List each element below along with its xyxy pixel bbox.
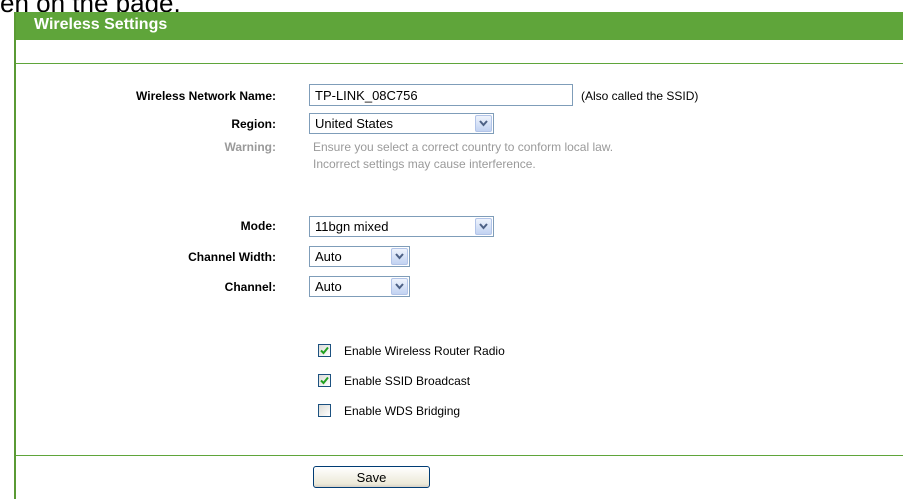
warning-line-1: Ensure you select a correct country to c… <box>313 140 614 154</box>
ssid-label: Wireless Network Name: <box>136 89 276 103</box>
warning-label: Warning: <box>224 140 276 154</box>
enable-wds-bridging-checkbox[interactable] <box>318 404 331 417</box>
region-select[interactable]: United States <box>309 113 494 134</box>
enable-radio-label: Enable Wireless Router Radio <box>344 344 505 358</box>
section-title-bar: Wireless Settings <box>16 12 903 40</box>
enable-ssid-broadcast-label: Enable SSID Broadcast <box>344 374 471 388</box>
chevron-down-icon[interactable] <box>475 115 492 132</box>
channel-label: Channel: <box>224 280 276 294</box>
warning-line-2: Incorrect settings may cause interferenc… <box>313 157 536 171</box>
enable-ssid-broadcast-checkbox[interactable] <box>318 374 331 387</box>
mode-label: Mode: <box>240 219 276 233</box>
divider-bottom <box>16 455 903 456</box>
chevron-down-icon[interactable] <box>391 278 408 295</box>
page-title: Wireless Settings <box>34 16 168 33</box>
enable-wds-bridging-label: Enable WDS Bridging <box>344 404 461 418</box>
check-icon <box>320 376 329 385</box>
channel-width-label: Channel Width: <box>188 250 276 264</box>
ssid-input[interactable] <box>309 84 573 106</box>
region-label: Region: <box>231 117 276 131</box>
chevron-down-icon[interactable] <box>391 248 408 265</box>
check-icon <box>320 346 329 355</box>
region-selected-value: United States <box>315 116 394 131</box>
channel-select[interactable]: Auto <box>309 276 410 297</box>
channel-width-select[interactable]: Auto <box>309 246 410 267</box>
divider-top <box>16 63 903 64</box>
chevron-down-icon[interactable] <box>475 218 492 235</box>
mode-selected-value: 11bgn mixed <box>315 219 389 234</box>
ssid-note: (Also called the SSID) <box>581 89 699 103</box>
save-button[interactable]: Save <box>313 466 430 488</box>
mode-select[interactable]: 11bgn mixed <box>309 216 494 237</box>
channel-width-selected-value: Auto <box>315 249 342 264</box>
channel-selected-value: Auto <box>315 279 342 294</box>
enable-radio-checkbox[interactable] <box>318 344 331 357</box>
